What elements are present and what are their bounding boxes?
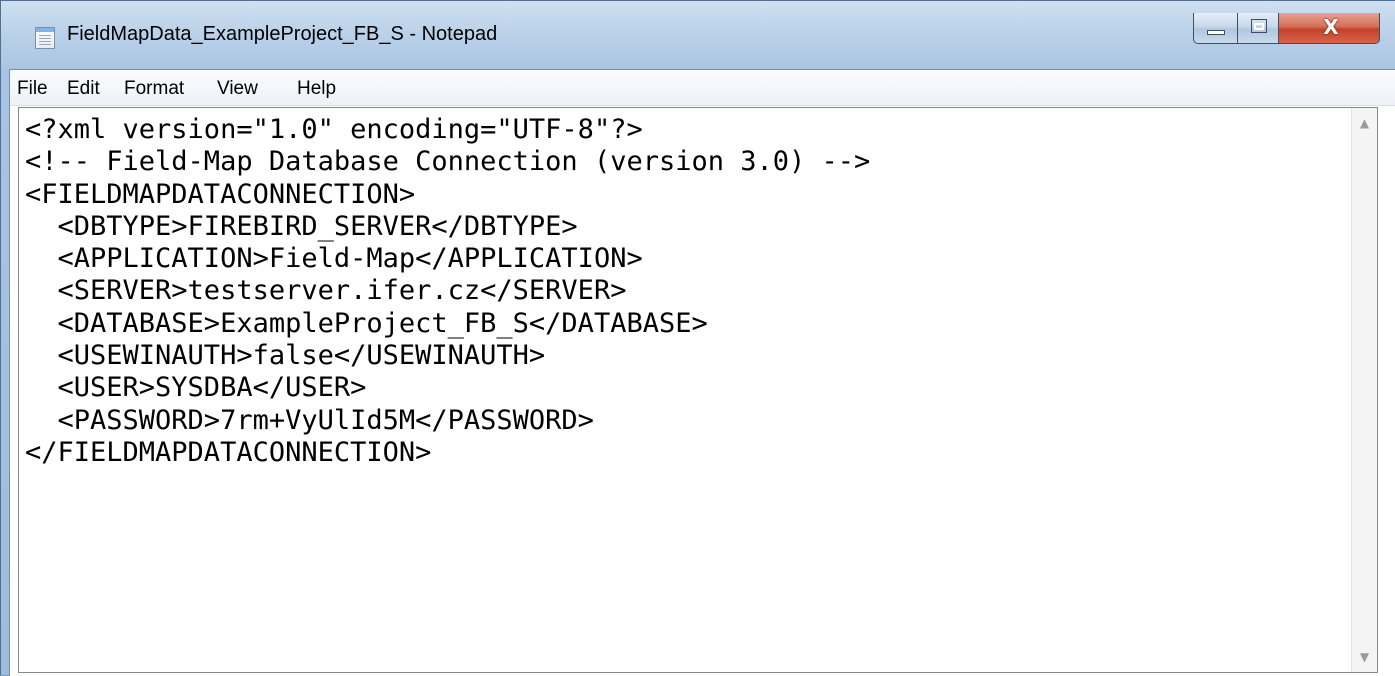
title-bar[interactable]: FieldMapData_ExampleProject_FB_S - Notep… bbox=[1, 1, 1395, 69]
caption-buttons: X bbox=[1193, 13, 1383, 47]
editor-line: <SERVER>testserver.ifer.cz</SERVER> bbox=[25, 275, 627, 307]
menu-format[interactable]: Format bbox=[124, 78, 184, 100]
window-title: FieldMapData_ExampleProject_FB_S - Notep… bbox=[67, 23, 498, 45]
editor-line: <DBTYPE>FIREBIRD_SERVER</DBTYPE> bbox=[25, 210, 578, 242]
minimize-icon bbox=[1207, 30, 1225, 35]
maximize-icon bbox=[1251, 19, 1267, 33]
editor-line: <PASSWORD>7rm+VyUlId5M</PASSWORD> bbox=[25, 404, 594, 436]
scroll-up-arrow-icon[interactable]: ▲ bbox=[1352, 110, 1377, 136]
maximize-button[interactable] bbox=[1237, 13, 1279, 44]
editor-content[interactable]: <?xml version="1.0" encoding="UTF-8"?> <… bbox=[25, 114, 870, 469]
notepad-client-area: File Edit Format View Help <?xml version… bbox=[9, 69, 1395, 676]
vertical-scrollbar[interactable]: ▲ ▼ bbox=[1351, 108, 1377, 672]
scroll-down-arrow-icon[interactable]: ▼ bbox=[1352, 644, 1377, 670]
notepad-icon[interactable] bbox=[35, 27, 55, 49]
editor-line: <USER>SYSDBA</USER> bbox=[25, 372, 367, 404]
menu-help[interactable]: Help bbox=[297, 78, 336, 100]
minimize-button[interactable] bbox=[1193, 13, 1238, 44]
editor-line: <?xml version="1.0" encoding="UTF-8"?> bbox=[25, 114, 643, 145]
editor-line: <DATABASE>ExampleProject_FB_S</DATABASE> bbox=[25, 307, 708, 339]
menu-edit[interactable]: Edit bbox=[67, 78, 100, 100]
editor-line: <FIELDMAPDATACONNECTION> bbox=[25, 178, 416, 210]
editor-line: <APPLICATION>Field-Map</APPLICATION> bbox=[25, 243, 643, 275]
text-editor[interactable]: <?xml version="1.0" encoding="UTF-8"?> <… bbox=[18, 107, 1378, 673]
close-button[interactable]: X bbox=[1278, 13, 1380, 44]
menu-bar: File Edit Format View Help bbox=[10, 70, 1395, 106]
editor-line: <!-- Field-Map Database Connection (vers… bbox=[25, 146, 871, 178]
menu-file[interactable]: File bbox=[17, 78, 48, 100]
editor-line: </FIELDMAPDATACONNECTION> bbox=[25, 436, 432, 468]
notepad-window: FieldMapData_ExampleProject_FB_S - Notep… bbox=[0, 0, 1395, 676]
close-icon: X bbox=[1323, 15, 1339, 39]
editor-line: <USEWINAUTH>false</USEWINAUTH> bbox=[25, 340, 546, 372]
menu-view[interactable]: View bbox=[217, 78, 258, 100]
